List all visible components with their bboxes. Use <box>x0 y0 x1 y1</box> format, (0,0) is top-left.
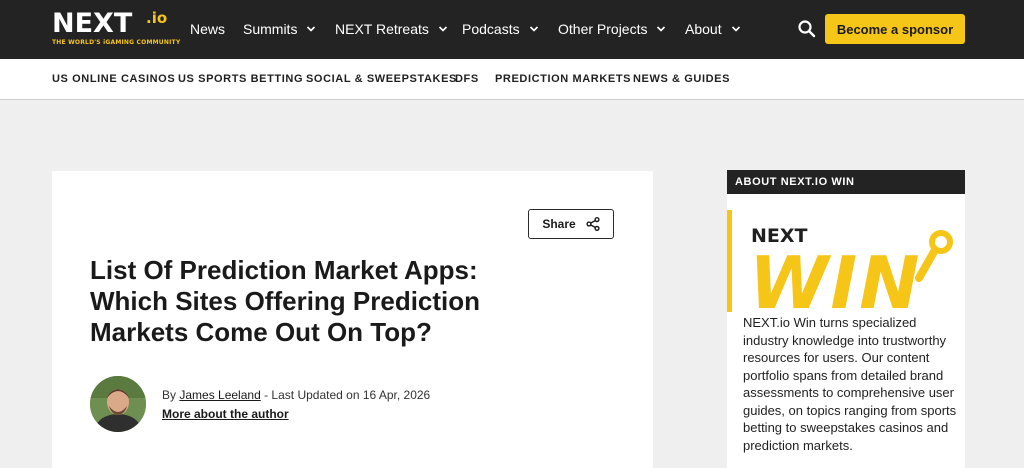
share-icon <box>586 217 600 231</box>
sidebar-accent-bar <box>727 210 732 312</box>
article-title: List Of Prediction Market Apps: Which Si… <box>90 255 481 347</box>
nav-item-label: About <box>685 21 722 37</box>
author-photo <box>90 376 146 432</box>
byline-prefix: By <box>162 388 177 402</box>
chevron-down-icon <box>731 26 740 32</box>
subnav-item-social-sweepstakes[interactable]: SOCIAL & SWEEPSTAKES <box>306 73 457 85</box>
author-avatar[interactable] <box>90 376 146 432</box>
subnav-item-dfs[interactable]: DFS <box>455 73 479 85</box>
chevron-down-icon <box>657 26 666 32</box>
nav-item-label: Other Projects <box>558 21 648 37</box>
logo-tagline: THE WORLD'S iGAMING COMMUNITY <box>52 39 181 46</box>
sidebar-heading: ABOUT NEXT.IO WIN <box>727 170 965 194</box>
win-logo-win-text: WIN <box>749 241 921 318</box>
sidebar-description: NEXT.io Win turns specialized industry k… <box>743 315 957 453</box>
next-io-logo[interactable]: NEXT .io THE WORLD'S iGAMING COMMUNITY <box>52 8 180 51</box>
nav-item-podcasts[interactable]: Podcasts <box>462 20 539 38</box>
nav-item-next-retreats[interactable]: NEXT Retreats <box>335 20 448 38</box>
next-win-logo: NEXT WIN <box>749 225 953 318</box>
nav-item-label: Podcasts <box>462 21 520 37</box>
chevron-down-icon <box>307 26 316 32</box>
chevron-down-icon <box>529 26 538 32</box>
nav-item-label: NEXT Retreats <box>335 21 429 37</box>
nav-item-news[interactable]: News <box>190 20 225 38</box>
subnav-item-news-guides[interactable]: NEWS & GUIDES <box>633 73 730 85</box>
article-byline: By James Leeland - Last Updated on 16 Ap… <box>162 388 430 402</box>
author-link[interactable]: James Leeland <box>179 388 260 402</box>
share-label: Share <box>542 217 576 231</box>
logo-io-suffix: .io <box>146 9 168 27</box>
search-icon <box>798 20 816 38</box>
nav-item-about[interactable]: About <box>685 20 741 38</box>
category-subnav: US ONLINE CASINOS US SPORTS BETTING SOCI… <box>0 59 1024 100</box>
nav-item-label: Summits <box>243 21 298 37</box>
share-button[interactable]: Share <box>528 209 614 239</box>
nav-item-label: News <box>190 21 226 37</box>
article-header-card: Share List Of Prediction Market Apps: Wh… <box>52 171 653 468</box>
subnav-item-us-sports-betting[interactable]: US SPORTS BETTING <box>178 73 303 85</box>
sidebar-about-box: NEXT WIN NEXT.io Win turns specialized i… <box>727 194 965 468</box>
chevron-down-icon <box>438 26 447 32</box>
nav-item-summits[interactable]: Summits <box>243 20 316 38</box>
more-about-author-link[interactable]: More about the author <box>162 407 289 421</box>
top-navigation-bar: NEXT .io THE WORLD'S iGAMING COMMUNITY N… <box>0 0 1024 59</box>
nav-item-other-projects[interactable]: Other Projects <box>558 20 666 38</box>
subnav-item-prediction-markets[interactable]: PREDICTION MARKETS <box>495 73 631 85</box>
subnav-item-us-online-casinos[interactable]: US ONLINE CASINOS <box>52 73 175 85</box>
logo-wordmark: NEXT <box>52 8 133 39</box>
last-updated: - Last Updated on 16 Apr, 2026 <box>264 388 431 402</box>
search-button[interactable] <box>797 19 817 39</box>
become-sponsor-button[interactable]: Become a sponsor <box>825 14 965 44</box>
